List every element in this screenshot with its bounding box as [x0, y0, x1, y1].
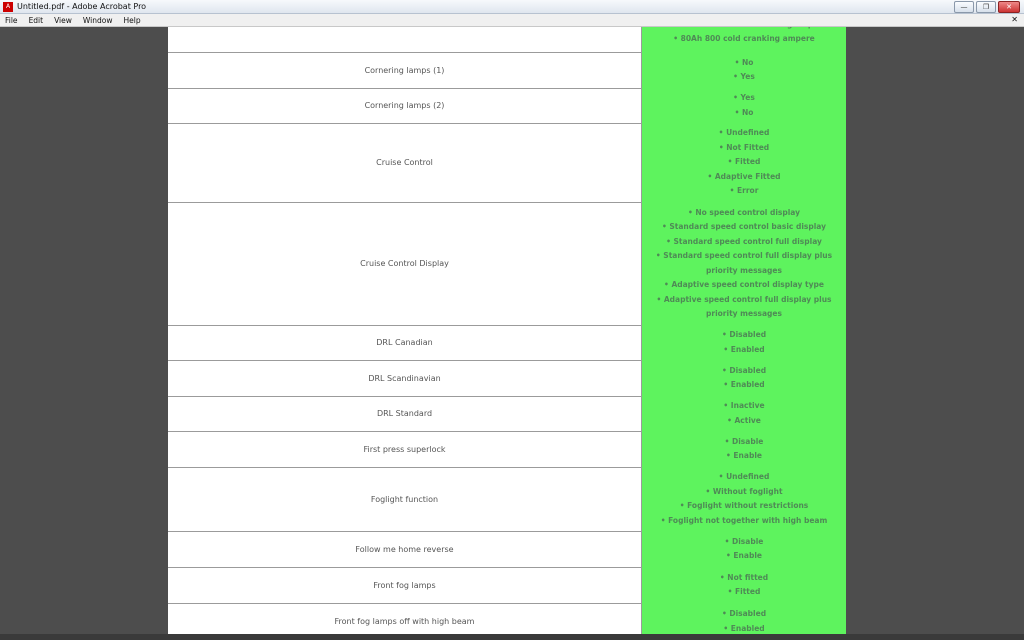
table-row: • 70Ah-90Ah 950 cold cranking ampere• 80… [168, 27, 846, 53]
setting-value: • Disabled [721, 609, 767, 618]
setting-value: • Disabled [721, 330, 767, 339]
setting-value: • No [734, 57, 754, 67]
table-row: DRL Scandinavian • Disabled • Enabled [168, 360, 846, 397]
table-row: Cruise Control • Undefined • Not Fitted • F… [168, 123, 846, 203]
window-controls: — ❐ ✕ [954, 1, 1020, 13]
setting-values: • Yes • No [642, 88, 846, 123]
setting-name [168, 27, 642, 52]
setting-value: • Inactive [723, 401, 765, 410]
menu-edit[interactable]: Edit [24, 16, 50, 25]
setting-name: DRL Scandinavian [168, 360, 642, 396]
setting-value: • Yes [733, 93, 755, 102]
setting-name: First press superlock [168, 431, 642, 467]
setting-value: • Foglight without restrictions [679, 501, 809, 510]
setting-name: DRL Standard [168, 396, 642, 431]
setting-value: • Adaptive Fitted [707, 171, 781, 181]
setting-value: • Without foglight [705, 486, 783, 496]
pdf-page: • 70Ah-90Ah 950 cold cranking ampere• 80… [168, 27, 846, 640]
table-row: Cornering lamps (1) • No • Yes [168, 52, 846, 89]
table-row: Cornering lamps (2) • Yes • No [168, 88, 846, 124]
setting-name: Foglight function [168, 467, 642, 531]
setting-value: • Undefined [718, 472, 770, 481]
setting-name: Cornering lamps (1) [168, 52, 642, 88]
table-row: Foglight function • Undefined • Without fo… [168, 467, 846, 532]
horizontal-scrollbar[interactable] [0, 634, 1024, 640]
menu-window[interactable]: Window [78, 16, 119, 25]
window-title: Untitled.pdf - Adobe Acrobat Pro [17, 2, 147, 11]
setting-values: • No speed control display • Standard spe… [642, 202, 846, 325]
setting-value: • Undefined [718, 128, 770, 138]
close-button[interactable]: ✕ [998, 1, 1020, 13]
setting-value: • Standard speed control full display pl… [655, 251, 833, 275]
setting-value: • Disable [724, 536, 764, 546]
setting-values: • Disable • Enable [642, 531, 846, 567]
minimize-button[interactable]: — [954, 1, 974, 13]
restore-button[interactable]: ❐ [976, 1, 996, 13]
table-row: DRL Canadian • Disabled • Enabled [168, 325, 846, 361]
title-bar: A Untitled.pdf - Adobe Acrobat Pro — ❐ ✕ [0, 0, 1024, 14]
document-close-icon[interactable]: ✕ [1011, 14, 1018, 26]
setting-values: • Undefined • Without foglight • Foglight … [642, 467, 846, 531]
setting-value: • Enabled [723, 344, 765, 354]
setting-name: Follow me home reverse [168, 531, 642, 567]
setting-values: • Disable • Enable [642, 431, 846, 467]
setting-value: • Enable [726, 551, 762, 560]
setting-value: • Fitted [727, 157, 761, 167]
menu-bar: File Edit View Window Help ✕ [0, 14, 1024, 27]
setting-value: • 80Ah 800 cold cranking ampere [673, 34, 815, 43]
setting-name: DRL Canadian [168, 325, 642, 360]
setting-value: • Not Fitted [718, 142, 770, 152]
menu-view[interactable]: View [49, 16, 78, 25]
setting-value: • Standard speed control basic display [661, 222, 827, 231]
table-row: DRL Standard • Inactive • Active [168, 396, 846, 432]
setting-value: • Enabled [723, 380, 765, 389]
setting-name: Cruise Control [168, 123, 642, 202]
setting-value: • Enable [726, 451, 762, 460]
table-row: Front fog lamps • Not fitted • Fitted [168, 567, 846, 604]
setting-values: • Disabled • Enabled [642, 360, 846, 396]
setting-value: • No [734, 107, 754, 117]
setting-value: • No speed control display [687, 207, 801, 217]
setting-values: • No • Yes [642, 52, 846, 88]
setting-value: • Error [729, 186, 759, 196]
menu-help[interactable]: Help [118, 16, 146, 25]
setting-value: • Adaptive speed control full display pl… [656, 294, 832, 319]
setting-value: • Disabled [721, 365, 767, 375]
setting-values: • Disabled • Enabled [642, 325, 846, 360]
table-row: Cruise Control Display • No speed control… [168, 202, 846, 326]
setting-value: • Not fitted [719, 572, 769, 582]
setting-value: • Foglight not together with high beam [660, 515, 828, 525]
setting-value: • Standard speed control full display [666, 236, 822, 246]
setting-value: • Disable [724, 436, 764, 446]
setting-name: Cornering lamps (2) [168, 88, 642, 123]
setting-value: • Yes [733, 72, 755, 81]
setting-values: • Inactive • Active [642, 396, 846, 431]
setting-value: • Adaptive speed control display type [664, 280, 824, 289]
setting-name: Front fog lamps [168, 567, 642, 603]
setting-value: • Fitted [727, 587, 761, 596]
table-row: First press superlock • Disable • Enable [168, 431, 846, 468]
setting-values: • Undefined • Not Fitted • Fitted • Adaptiv… [642, 123, 846, 202]
setting-value: • Active [727, 415, 761, 425]
table-row: Follow me home reverse • Disable • Enable [168, 531, 846, 568]
setting-values: • 70Ah-90Ah 950 cold cranking ampere• 80… [642, 27, 846, 52]
setting-name: Cruise Control Display [168, 202, 642, 325]
pdf-icon: A [3, 1, 13, 12]
setting-values: • Not fitted • Fitted [642, 567, 846, 603]
menu-file[interactable]: File [0, 16, 24, 25]
